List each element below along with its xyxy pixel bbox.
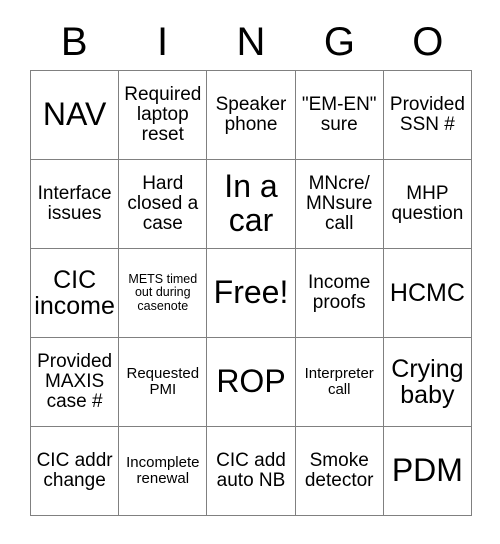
bingo-cell[interactable]: Income proofs bbox=[295, 249, 384, 338]
bingo-cell[interactable]: Crying baby bbox=[383, 338, 472, 427]
bingo-cell-label: Crying baby bbox=[391, 354, 464, 409]
bingo-header-row: B I N G O bbox=[30, 14, 472, 70]
bingo-cell-label: HCMC bbox=[389, 278, 465, 307]
bingo-cell-label: CIC income bbox=[34, 265, 115, 320]
bingo-cell-label: In a car bbox=[224, 168, 278, 238]
bingo-cell-label: METS timed out during casenote bbox=[128, 272, 198, 313]
bingo-cell[interactable]: "EM-EN" sure bbox=[295, 71, 384, 160]
bingo-cell-label: Incomplete renewal bbox=[126, 454, 200, 487]
header-letter-n: N bbox=[236, 20, 266, 64]
bingo-cell[interactable]: Requested PMI bbox=[119, 338, 208, 427]
bingo-cell[interactable]: CIC addr change bbox=[31, 427, 120, 516]
header-letter-o: O bbox=[412, 20, 444, 64]
bingo-grid: NAV Required laptop reset Speaker phone … bbox=[30, 70, 472, 516]
bingo-cell-label: Interface issues bbox=[37, 183, 112, 224]
bingo-cell-label: Provided SSN # bbox=[389, 94, 465, 135]
bingo-cell-label: Required laptop reset bbox=[124, 84, 202, 145]
bingo-cell-label: ROP bbox=[216, 363, 286, 400]
header-letter-g: G bbox=[323, 20, 355, 64]
bingo-cell-label: "EM-EN" sure bbox=[301, 94, 377, 135]
bingo-cell-label: CIC add auto NB bbox=[216, 450, 286, 491]
bingo-cell-label: NAV bbox=[42, 96, 107, 133]
header-letter-b: B bbox=[60, 20, 88, 64]
bingo-cell[interactable]: MHP question bbox=[383, 160, 472, 249]
bingo-cell-label: MNcre/ MNsure call bbox=[305, 173, 373, 234]
bingo-cell[interactable]: Speaker phone bbox=[207, 71, 296, 160]
bingo-cell[interactable]: Provided MAXIS case # bbox=[31, 338, 120, 427]
bingo-cell[interactable]: Interpreter call bbox=[295, 338, 384, 427]
header-letter-i: I bbox=[157, 20, 169, 64]
bingo-cell[interactable]: Interface issues bbox=[31, 160, 120, 249]
bingo-cell[interactable]: Smoke detector bbox=[295, 427, 384, 516]
bingo-cell[interactable]: PDM bbox=[383, 427, 472, 516]
bingo-cell-label: Requested PMI bbox=[126, 365, 200, 398]
bingo-cell-label: Provided MAXIS case # bbox=[37, 351, 113, 412]
bingo-cell-label: CIC addr change bbox=[36, 450, 113, 491]
bingo-card: B I N G O NAV Required laptop reset Spea… bbox=[30, 14, 472, 516]
bingo-cell[interactable]: ROP bbox=[207, 338, 296, 427]
bingo-cell[interactable]: NAV bbox=[31, 71, 120, 160]
bingo-cell[interactable]: HCMC bbox=[383, 249, 472, 338]
bingo-cell-free[interactable]: Free! bbox=[207, 249, 296, 338]
bingo-cell-label: Income proofs bbox=[308, 272, 371, 313]
bingo-cell[interactable]: MNcre/ MNsure call bbox=[295, 160, 384, 249]
bingo-cell-label: Hard closed a case bbox=[127, 173, 199, 234]
bingo-cell[interactable]: In a car bbox=[207, 160, 296, 249]
bingo-cell-label: PDM bbox=[391, 452, 463, 489]
bingo-cell-label: Interpreter call bbox=[304, 365, 374, 398]
bingo-cell-label: MHP question bbox=[391, 183, 464, 224]
bingo-cell[interactable]: Hard closed a case bbox=[119, 160, 208, 249]
bingo-cell[interactable]: CIC add auto NB bbox=[207, 427, 296, 516]
bingo-cell[interactable]: CIC income bbox=[31, 249, 120, 338]
bingo-cell-label: Smoke detector bbox=[304, 450, 374, 491]
bingo-cell[interactable]: Provided SSN # bbox=[383, 71, 472, 160]
bingo-cell[interactable]: Incomplete renewal bbox=[119, 427, 208, 516]
bingo-cell-label: Free! bbox=[213, 274, 289, 311]
bingo-cell-label: Speaker phone bbox=[215, 94, 287, 135]
bingo-cell[interactable]: Required laptop reset bbox=[119, 71, 208, 160]
bingo-cell[interactable]: METS timed out during casenote bbox=[119, 249, 208, 338]
